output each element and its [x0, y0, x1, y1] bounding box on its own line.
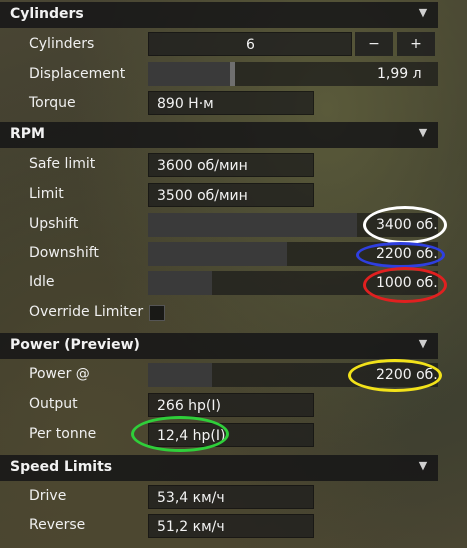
safe-limit-input[interactable]: 3600 об/мин [148, 153, 314, 177]
downshift-label: Downshift [29, 245, 99, 261]
chevron-down-icon[interactable]: ▼ [416, 6, 430, 20]
row-cylinders: Cylinders 6 − + [0, 29, 438, 59]
section-title: Power (Preview) [10, 337, 140, 353]
section-header-rpm[interactable]: RPM ▼ [0, 122, 438, 148]
output-label: Output [29, 396, 78, 412]
drive-input[interactable]: 53,4 км/ч [148, 485, 314, 509]
output-value: 266 hp(I) [157, 398, 221, 414]
row-displacement: Displacement 1,99 л [0, 59, 438, 89]
limit-input[interactable]: 3500 об/мин [148, 183, 314, 207]
slider-fill [148, 363, 212, 387]
output-field: 266 hp(I) [148, 393, 314, 417]
annotation-circle-white [363, 206, 447, 244]
cylinders-input[interactable]: 6 [148, 32, 352, 56]
section-header-speed-limits[interactable]: Speed Limits ▼ [0, 455, 438, 481]
annotation-circle-green [131, 416, 229, 452]
torque-label: Torque [29, 95, 76, 111]
section-title: Cylinders [10, 6, 84, 22]
limit-label: Limit [29, 186, 64, 202]
slider-fill [148, 242, 287, 266]
torque-value: 890 Н·м [157, 96, 214, 112]
per-tonne-label: Per tonne [29, 426, 97, 442]
displacement-value: 1,99 л [377, 66, 422, 82]
torque-input[interactable]: 890 Н·м [148, 91, 314, 115]
safe-limit-value: 3600 об/мин [157, 158, 248, 174]
reverse-value: 51,2 км/ч [157, 519, 225, 535]
limit-value: 3500 об/мин [157, 188, 248, 204]
drive-value: 53,4 км/ч [157, 490, 225, 506]
upshift-label: Upshift [29, 216, 79, 232]
slider-fill [148, 271, 212, 295]
override-limiter-label: Override Limiter [29, 304, 144, 320]
power-at-label: Power @ [29, 366, 90, 382]
row-reverse: Reverse 51,2 км/ч [0, 511, 438, 541]
section-header-power[interactable]: Power (Preview) ▼ [0, 333, 438, 359]
annotation-circle-red [363, 267, 447, 303]
row-override-limiter: Override Limiter [0, 298, 438, 328]
idle-label: Idle [29, 274, 55, 290]
displacement-label: Displacement [29, 66, 126, 82]
safe-limit-label: Safe limit [29, 156, 96, 172]
chevron-down-icon[interactable]: ▼ [416, 459, 430, 473]
chevron-down-icon[interactable]: ▼ [416, 337, 430, 351]
slider-thumb[interactable] [230, 62, 235, 86]
slider-fill [148, 213, 357, 237]
reverse-label: Reverse [29, 517, 86, 533]
chevron-down-icon[interactable]: ▼ [416, 126, 430, 140]
displacement-slider[interactable]: 1,99 л [148, 62, 438, 86]
section-header-cylinders[interactable]: Cylinders ▼ [0, 2, 438, 28]
row-output: Output 266 hp(I) [0, 390, 438, 420]
override-limiter-checkbox[interactable] [149, 305, 165, 321]
row-safe-limit: Safe limit 3600 об/мин [0, 150, 438, 180]
increment-button[interactable]: + [397, 32, 435, 56]
cylinders-label: Cylinders [29, 36, 95, 52]
reverse-input[interactable]: 51,2 км/ч [148, 514, 314, 538]
cylinders-value: 6 [246, 37, 255, 53]
annotation-circle-yellow [348, 359, 442, 392]
row-drive: Drive 53,4 км/ч [0, 482, 438, 512]
section-title: Speed Limits [10, 459, 113, 475]
row-limit: Limit 3500 об/мин [0, 180, 438, 210]
slider-fill [148, 62, 235, 86]
decrement-button[interactable]: − [355, 32, 393, 56]
row-torque: Torque 890 Н·м [0, 89, 438, 119]
annotation-circle-blue [356, 242, 445, 268]
drive-label: Drive [29, 488, 67, 504]
section-title: RPM [10, 126, 45, 142]
